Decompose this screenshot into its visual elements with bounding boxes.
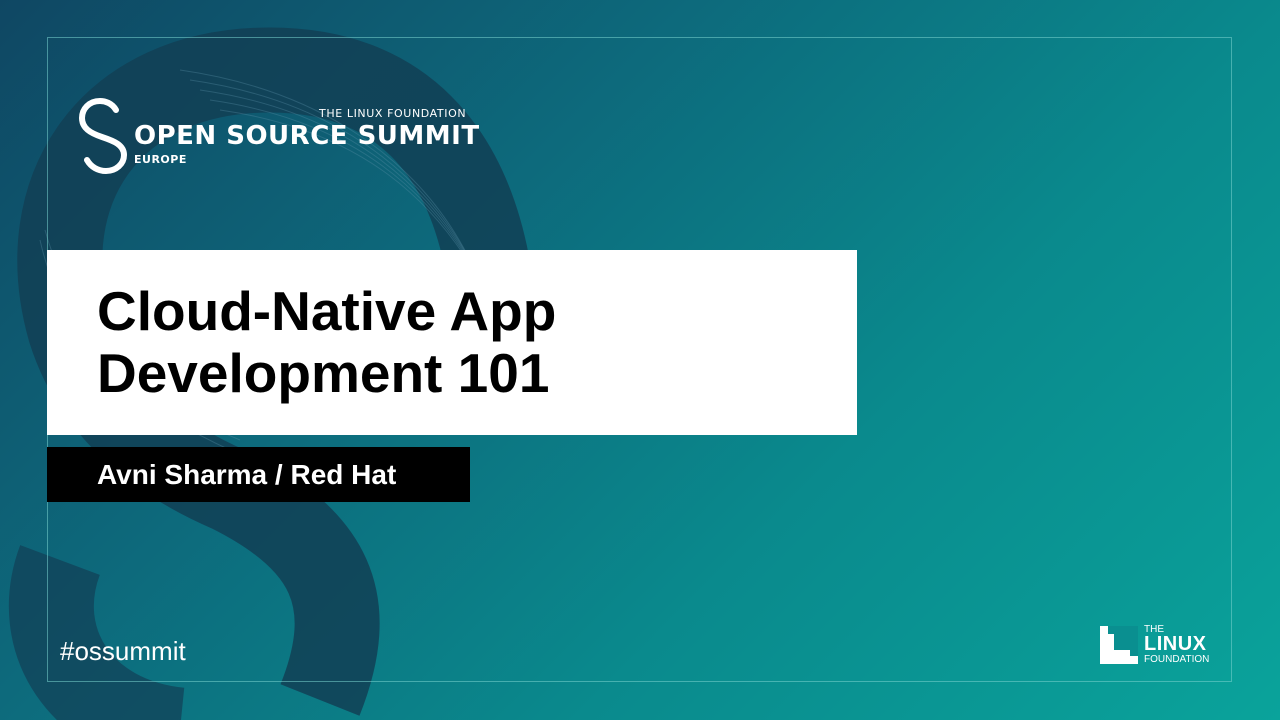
event-hashtag: #ossummit [60, 636, 186, 666]
speaker-name: Avni Sharma / Red Hat [97, 459, 397, 490]
speaker-box: Avni Sharma / Red Hat [47, 447, 470, 502]
title-box: Cloud-Native App Development 101 [47, 250, 857, 435]
logo-foundation-text: THE LINUX FOUNDATION [319, 107, 467, 120]
lf-logo-foundation: FOUNDATION [1144, 654, 1210, 665]
open-source-summit-logo: THE LINUX FOUNDATION OPEN SOURCE SUMMIT … [78, 98, 480, 178]
lf-logo-linux: LINUX [1144, 633, 1207, 655]
title-slide: THE LINUX FOUNDATION OPEN SOURCE SUMMIT … [0, 0, 1280, 720]
linux-foundation-icon [1100, 626, 1138, 664]
linux-foundation-logo: THE LINUX FOUNDATION [1100, 625, 1225, 667]
logo-region: EUROPE [134, 153, 187, 166]
talk-title: Cloud-Native App Development 101 [97, 280, 557, 404]
oss-s-logo-icon [78, 98, 128, 174]
logo-event-name: OPEN SOURCE SUMMIT [134, 121, 480, 151]
